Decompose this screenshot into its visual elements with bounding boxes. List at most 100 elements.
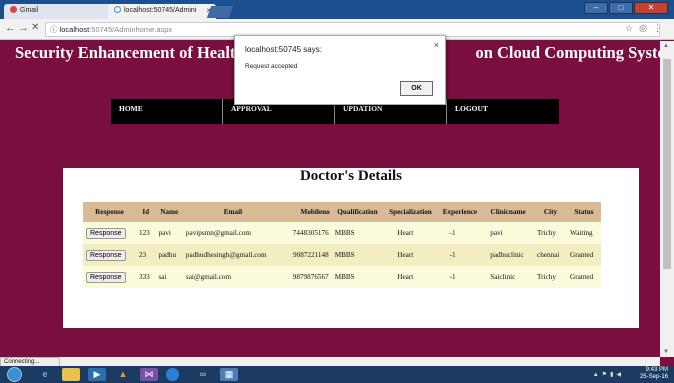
cell-mobile: 7448305176 <box>282 222 332 244</box>
cell-specialization: Heart <box>383 222 438 244</box>
loading-icon <box>114 6 121 13</box>
col-qualification: Qualification <box>331 202 384 222</box>
back-icon[interactable]: ← <box>5 22 16 34</box>
clock-date: 25-Sep-16 <box>639 374 668 380</box>
star-icon[interactable]: ☆ <box>625 23 639 33</box>
alert-dialog: localhost:50745 says: × Request accepted… <box>234 35 446 105</box>
section-title: Doctor's Details <box>299 168 403 184</box>
arrow-up-icon[interactable]: ▲ <box>593 372 602 378</box>
page-scrollbar[interactable]: ▲ ▼ <box>660 41 674 357</box>
cell-email: padhudhesingh@gmail.com <box>182 244 283 266</box>
cell-clinic: pavi <box>482 222 535 244</box>
cell-clinic: Saiclinic <box>482 266 535 288</box>
col-id: Id <box>135 202 156 222</box>
volume-icon[interactable]: ◀ <box>616 372 624 378</box>
cell-mobile: 9879876567 <box>282 266 332 288</box>
col-city: City <box>534 202 567 222</box>
cell-name: padhu <box>155 244 183 266</box>
cell-specialization: Heart <box>383 244 438 266</box>
url-host: localhost <box>59 25 90 34</box>
page-title-right: on Cloud Computing System <box>475 43 660 62</box>
minimize-icon[interactable]: – <box>584 2 608 14</box>
col-email: Email <box>182 202 283 222</box>
table-row: Response 123 pavi pavipsmn@gmail.com 744… <box>83 222 601 244</box>
window-controls: – □ ✕ <box>583 2 668 14</box>
cell-mobile: 9087221148 <box>282 244 332 266</box>
menu-item-logout[interactable]: LOGOUT <box>447 99 559 124</box>
cell-city: chennai <box>534 244 567 266</box>
cell-experience: -1 <box>437 244 483 266</box>
cell-status: Waiting <box>567 222 601 244</box>
cell-qualification: MBBS <box>331 222 384 244</box>
browser-titlebar: Gmail × localhost:50745/Admini × – □ ✕ <box>0 0 674 19</box>
media-player-icon[interactable]: ▶ <box>88 368 106 381</box>
url-path: :50745/Adminhome.aspx <box>89 25 173 34</box>
cell-email: sai@gmail.com <box>182 266 283 288</box>
cell-status: Granted <box>567 266 601 288</box>
vlc-icon[interactable]: ▲ <box>114 368 132 381</box>
cell-experience: -1 <box>437 266 483 288</box>
cell-qualification: MBBS <box>331 244 384 266</box>
page-title-left: Security Enhancement of Healt <box>15 43 236 62</box>
close-icon[interactable]: × <box>434 40 439 50</box>
toolbar-icons: ☆◎⋮ <box>625 23 668 34</box>
cell-name: sai <box>155 266 183 288</box>
menu-item-home[interactable]: HOME <box>111 99 223 124</box>
col-experience: Experience <box>437 202 483 222</box>
tab-label: Gmail <box>20 7 39 14</box>
stop-icon[interactable]: ✕ <box>31 22 39 33</box>
ie-icon[interactable]: e <box>36 368 54 381</box>
taskbar: e ▶ ▲ ⋈ ∞ ▦ ▲⚑▮◀ 9:43 PM 25-Sep-16 <box>0 366 674 383</box>
cell-email: pavipsmn@gmail.com <box>182 222 283 244</box>
cell-experience: -1 <box>437 222 483 244</box>
doctor-table: Response Id Name Email Mobileno Qualific… <box>83 202 601 288</box>
folder-icon[interactable] <box>62 368 80 381</box>
cell-city: Trichy <box>534 222 567 244</box>
cell-name: pavi <box>155 222 183 244</box>
col-response: Response <box>83 202 136 222</box>
forward-icon[interactable]: → <box>18 22 29 34</box>
system-tray-icons: ▲⚑▮◀ <box>593 371 624 378</box>
tab-label: localhost:50745/Admini <box>124 7 197 14</box>
clock[interactable]: 9:43 PM 25-Sep-16 <box>640 367 668 381</box>
close-window-icon[interactable]: ✕ <box>634 2 668 14</box>
cell-clinic: padhuclinic <box>482 244 535 266</box>
scroll-thumb[interactable] <box>663 59 671 269</box>
cell-id: 333 <box>135 266 156 288</box>
table-header-row: Response Id Name Email Mobileno Qualific… <box>83 202 601 222</box>
cell-qualification: MBBS <box>331 266 384 288</box>
col-name: Name <box>155 202 183 222</box>
response-button[interactable]: Response <box>86 271 126 283</box>
paint-icon[interactable]: ▦ <box>220 368 238 381</box>
cell-specialization: Heart <box>383 266 438 288</box>
col-status: Status <box>567 202 601 222</box>
flag-icon[interactable]: ⚑ <box>602 372 610 378</box>
app-icon[interactable]: ∞ <box>194 368 212 381</box>
extension-icon[interactable]: ◎ <box>639 23 653 33</box>
dialog-message: Request accepted <box>245 63 298 70</box>
visual-studio-icon[interactable]: ⋈ <box>140 368 158 381</box>
info-icon: ⓘ <box>50 25 60 34</box>
new-tab-button[interactable] <box>206 6 234 18</box>
cell-status: Granted <box>567 244 601 266</box>
tab-gmail[interactable]: Gmail × <box>4 4 120 19</box>
gmail-icon <box>10 6 17 13</box>
menu-icon[interactable]: ⋮ <box>653 23 668 33</box>
response-button[interactable]: Response <box>86 227 126 239</box>
scroll-up-icon[interactable]: ▲ <box>663 43 669 49</box>
col-clinicname: Clinicname <box>482 202 535 222</box>
table-row: Response 333 sai sai@gmail.com 987987656… <box>83 266 601 288</box>
chrome-icon[interactable] <box>166 368 179 381</box>
clock-time: 9:43 PM <box>645 367 668 373</box>
scroll-down-icon[interactable]: ▼ <box>663 349 669 355</box>
col-specialization: Specialization <box>383 202 438 222</box>
status-bar <box>0 357 660 366</box>
ok-button[interactable]: OK <box>400 81 433 96</box>
maximize-icon[interactable]: □ <box>609 2 633 14</box>
cell-id: 23 <box>135 244 156 266</box>
tab-adminhome[interactable]: localhost:50745/Admini × <box>108 4 216 19</box>
doctor-details-panel: Doctor's Details Response Id Name Email … <box>63 168 639 328</box>
response-button[interactable]: Response <box>86 249 126 261</box>
cell-id: 123 <box>135 222 156 244</box>
start-button[interactable] <box>7 367 22 382</box>
